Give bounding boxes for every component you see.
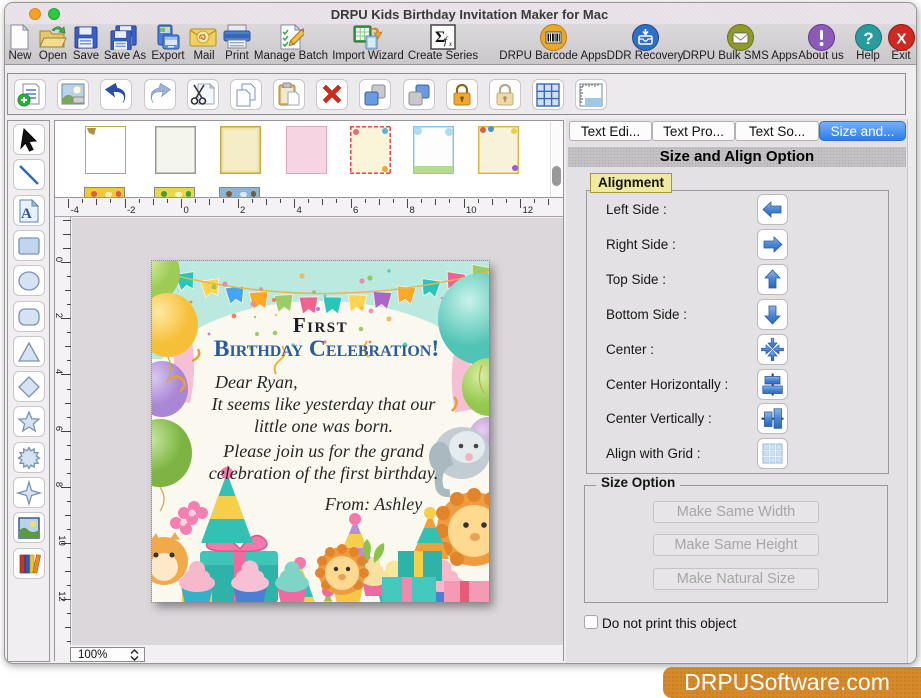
svg-text:A: A <box>21 206 32 222</box>
svg-text:X: X <box>896 31 906 48</box>
svg-text:?: ? <box>863 29 873 48</box>
